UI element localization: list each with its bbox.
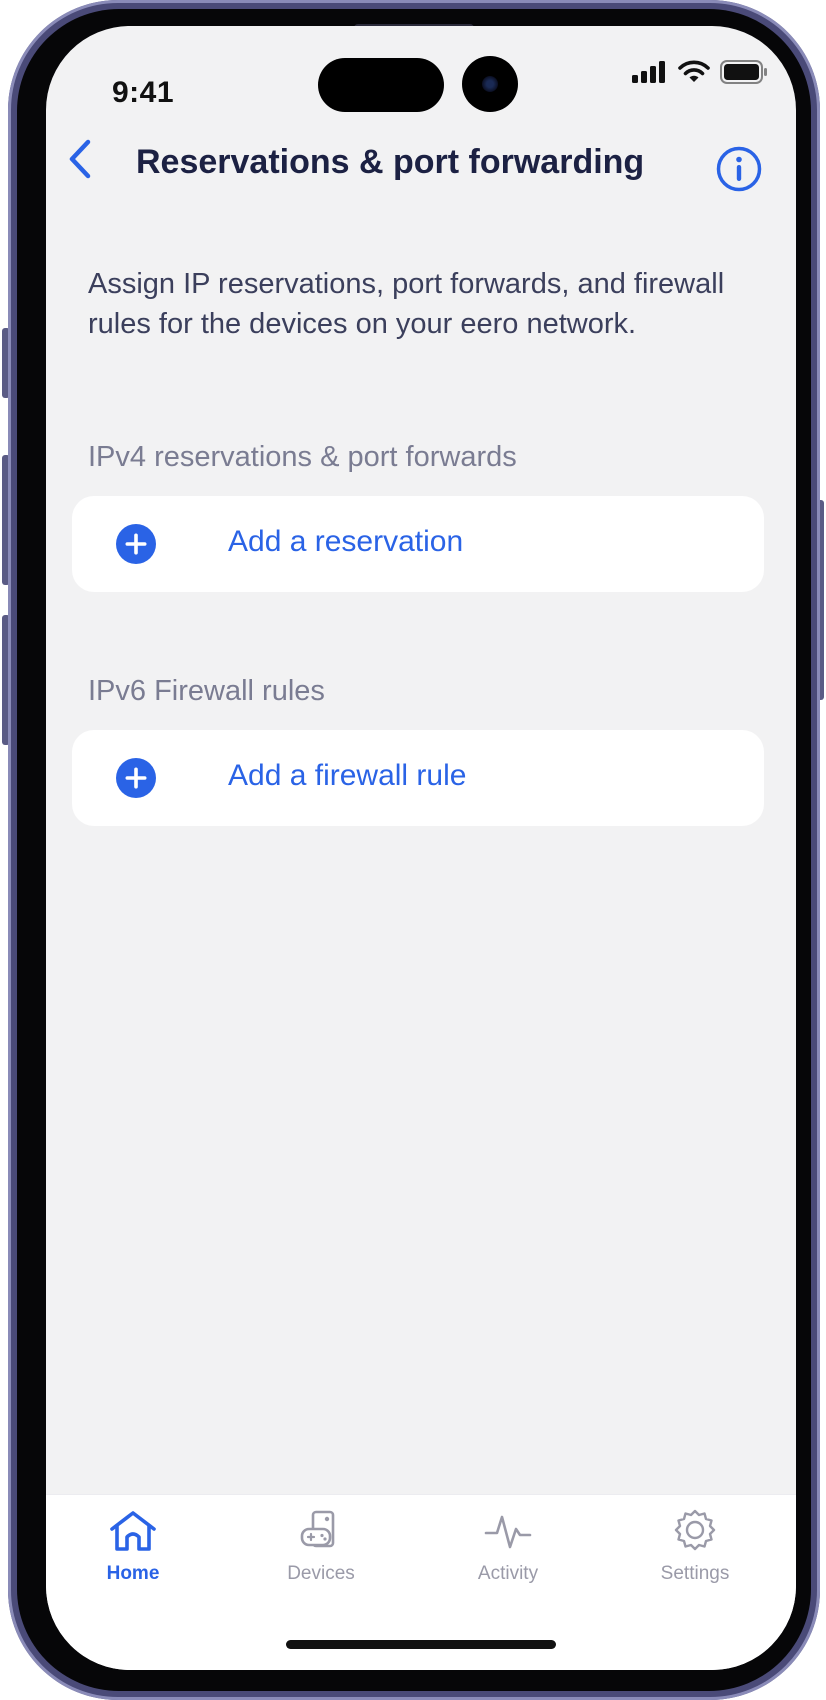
- cellular-signal-icon: [632, 61, 665, 83]
- add-firewall-rule-label: Add a firewall rule: [228, 759, 467, 792]
- wifi-icon: [678, 60, 710, 82]
- info-button[interactable]: [716, 146, 762, 192]
- add-firewall-rule-button[interactable]: Add a firewall rule: [72, 730, 764, 826]
- info-icon: [716, 146, 762, 192]
- back-button[interactable]: [60, 134, 100, 184]
- status-time: 9:41: [112, 76, 175, 109]
- tab-settings-label: Settings: [660, 1563, 730, 1584]
- page-title: Reservations & port forwarding: [136, 143, 645, 181]
- tab-activity-label: Activity: [477, 1563, 539, 1584]
- battery-icon: [720, 60, 767, 84]
- page-description: Assign IP reservations, port forwards, a…: [88, 268, 725, 340]
- tab-settings[interactable]: Settings: [615, 1509, 775, 1605]
- devices-icon: [300, 1510, 335, 1548]
- phone-frame: 9:41 Reservations & port forwarding Assi…: [8, 0, 820, 1700]
- section-label-ipv6: IPv6 Firewall rules: [88, 675, 325, 707]
- add-reservation-label: Add a reservation: [228, 525, 464, 558]
- tab-home[interactable]: Home: [53, 1509, 213, 1605]
- gear-icon: [674, 1509, 716, 1551]
- tab-devices[interactable]: Devices: [241, 1509, 401, 1605]
- plus-circle-icon: [116, 524, 156, 564]
- screen: 9:41 Reservations & port forwarding Assi…: [46, 26, 796, 1670]
- activity-icon: [484, 1515, 532, 1549]
- tab-activity[interactable]: Activity: [428, 1509, 588, 1605]
- tab-home-label: Home: [106, 1563, 160, 1584]
- tab-devices-label: Devices: [287, 1563, 355, 1584]
- add-reservation-button[interactable]: Add a reservation: [72, 496, 764, 592]
- plus-circle-icon: [116, 758, 156, 798]
- status-icons: [632, 60, 768, 84]
- front-camera: [462, 56, 518, 112]
- section-label-ipv4: IPv4 reservations & port forwards: [88, 441, 517, 473]
- home-icon: [110, 1511, 156, 1551]
- chevron-left-icon: [69, 139, 91, 179]
- home-indicator: [286, 1640, 556, 1649]
- dynamic-island: [318, 58, 444, 112]
